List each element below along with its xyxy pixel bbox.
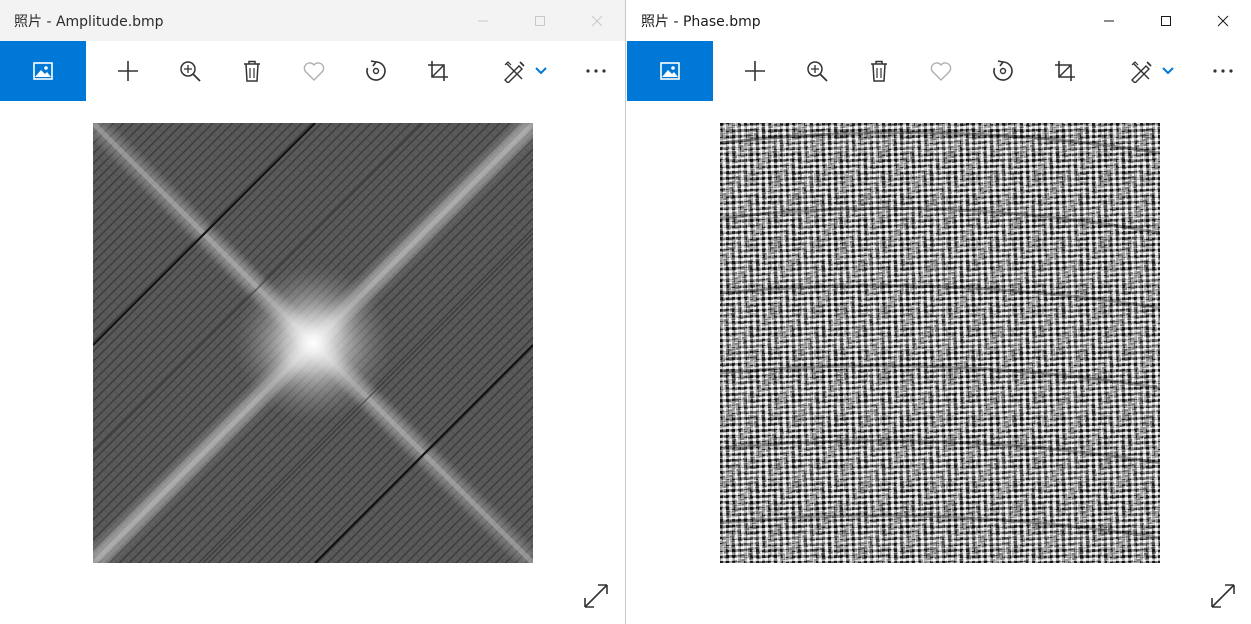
delete-button[interactable]	[857, 41, 901, 101]
minimize-icon	[477, 20, 488, 21]
edit-dropdown-button[interactable]	[1147, 41, 1189, 101]
more-icon	[1213, 69, 1233, 73]
minimize-icon	[1103, 20, 1114, 21]
view-all-photos-icon	[660, 62, 680, 80]
window-controls	[454, 0, 625, 41]
amplitude-spectrum-graphic	[93, 123, 533, 563]
zoom-icon	[807, 61, 828, 82]
full-screen-button[interactable]	[578, 578, 614, 614]
minimize-button[interactable]	[454, 0, 511, 41]
toolbar	[0, 41, 625, 101]
view-all-photos-button[interactable]	[627, 41, 713, 101]
close-icon	[1217, 15, 1228, 26]
favorite-icon	[930, 62, 952, 81]
maximize-button[interactable]	[1137, 0, 1194, 41]
phase-image	[720, 123, 1160, 563]
close-icon	[591, 15, 602, 26]
maximize-icon	[1160, 15, 1171, 26]
zoom-button[interactable]	[795, 41, 839, 101]
window-controls	[1080, 0, 1251, 41]
crop-icon	[428, 61, 448, 81]
dropdown-chevron-icon	[535, 67, 547, 75]
amplitude-image	[93, 123, 533, 563]
window-title: 照片 - Amplitude.bmp	[14, 13, 164, 30]
favorite-button[interactable]	[919, 41, 963, 101]
title-bar[interactable]: 照片 - Amplitude.bmp	[0, 0, 625, 41]
add-to-icon	[745, 61, 765, 81]
more-button[interactable]	[574, 41, 618, 101]
full-screen-button[interactable]	[1205, 578, 1241, 614]
phase-spectrum-graphic	[720, 123, 1160, 563]
expand-icon	[584, 584, 608, 608]
add-to-button[interactable]	[106, 41, 150, 101]
view-all-photos-icon	[33, 62, 53, 80]
rotate-button[interactable]	[354, 41, 398, 101]
favorite-button[interactable]	[292, 41, 336, 101]
zoom-icon	[180, 61, 201, 82]
view-all-photos-button[interactable]	[0, 41, 86, 101]
window-title: 照片 - Phase.bmp	[641, 13, 761, 30]
add-to-button[interactable]	[733, 41, 777, 101]
toolbar	[627, 41, 1251, 101]
crop-button[interactable]	[1043, 41, 1087, 101]
rotate-icon	[366, 60, 386, 81]
close-button[interactable]	[568, 0, 625, 41]
dropdown-chevron-icon	[1162, 67, 1174, 75]
rotate-button[interactable]	[981, 41, 1025, 101]
add-to-icon	[118, 61, 138, 81]
delete-icon	[871, 60, 887, 82]
crop-button[interactable]	[416, 41, 460, 101]
close-button[interactable]	[1194, 0, 1251, 41]
photos-window-amplitude: 照片 - Amplitude.bmp	[0, 0, 626, 624]
rotate-icon	[993, 60, 1013, 81]
favorite-icon	[303, 62, 325, 81]
more-icon	[586, 69, 606, 73]
zoom-button[interactable]	[168, 41, 212, 101]
maximize-button[interactable]	[511, 0, 568, 41]
edit-dropdown-button[interactable]	[520, 41, 562, 101]
crop-icon	[1055, 61, 1075, 81]
more-button[interactable]	[1201, 41, 1245, 101]
minimize-button[interactable]	[1080, 0, 1137, 41]
delete-button[interactable]	[230, 41, 274, 101]
expand-icon	[1211, 584, 1235, 608]
maximize-icon	[534, 15, 545, 26]
photos-window-phase: 照片 - Phase.bmp	[627, 0, 1251, 624]
title-bar[interactable]: 照片 - Phase.bmp	[627, 0, 1251, 41]
delete-icon	[244, 60, 260, 82]
